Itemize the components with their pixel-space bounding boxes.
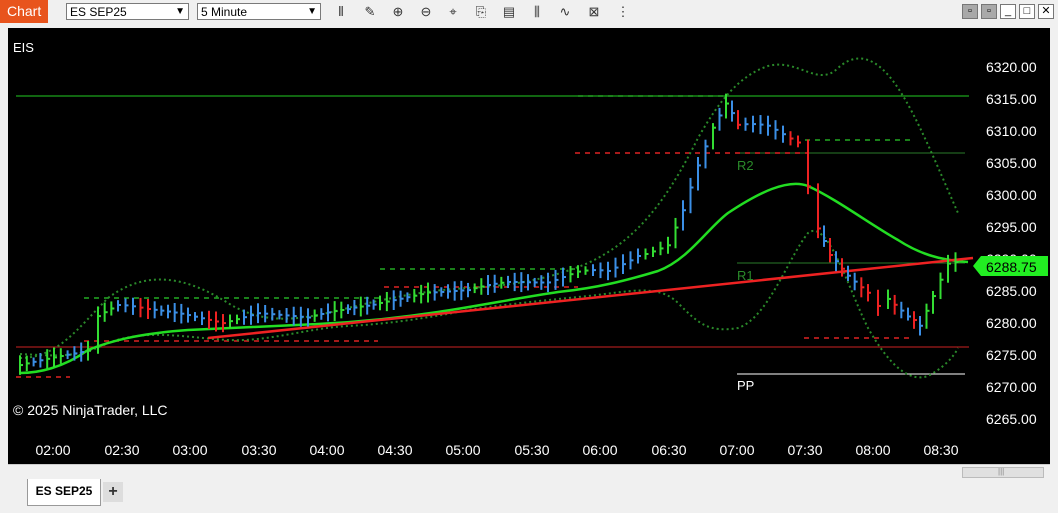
x-tick-label: 06:00 — [582, 442, 617, 458]
x-tick-label: 02:00 — [35, 442, 70, 458]
indicators-icon[interactable]: ⫼ — [528, 3, 546, 20]
r1-label: R1 — [737, 268, 754, 283]
y-tick-label: 6320.00 — [986, 59, 1037, 75]
horizontal-scrollbar[interactable]: ||| — [8, 464, 1050, 479]
tile-icon[interactable]: ▫ — [981, 4, 997, 19]
pp-label: PP — [737, 378, 754, 393]
draw-pencil-icon[interactable]: ✎ — [361, 3, 379, 20]
y-axis: 6320.00 6315.00 6310.00 6305.00 6300.00 … — [986, 59, 1037, 427]
r2-label: R2 — [737, 158, 754, 173]
y-tick-label: 6265.00 — [986, 411, 1037, 427]
interval-value: 5 Minute — [201, 5, 248, 19]
y-tick-label: 6315.00 — [986, 91, 1037, 107]
x-tick-label: 04:00 — [309, 442, 344, 458]
y-tick-label: 6295.00 — [986, 219, 1037, 235]
y-tick-label: 6300.00 — [986, 187, 1037, 203]
price-marker-label: 6288.75 — [986, 259, 1037, 275]
chevron-down-icon: ▼ — [175, 6, 185, 17]
data-box-icon[interactable]: ⎘ — [472, 3, 490, 20]
x-tick-label: 08:30 — [923, 442, 958, 458]
zoom-in-icon[interactable]: ⊕ — [389, 3, 407, 20]
more-icon[interactable]: ⋮ — [614, 3, 632, 20]
interval-selector[interactable]: 5 Minute ▼ — [197, 3, 321, 20]
instrument-value: ES SEP25 — [70, 5, 127, 19]
restore-icon[interactable]: ▫ — [962, 4, 978, 19]
y-tick-label: 6270.00 — [986, 379, 1037, 395]
strategies-icon[interactable]: ∿ — [556, 3, 574, 20]
maximize-icon[interactable]: □ — [1019, 4, 1035, 19]
x-tick-label: 03:00 — [172, 442, 207, 458]
x-tick-label: 04:30 — [377, 442, 412, 458]
properties-icon[interactable]: ▤ — [500, 3, 518, 20]
minimize-icon[interactable]: _ — [1000, 4, 1016, 19]
close-icon[interactable]: ✕ — [1038, 4, 1054, 19]
x-tick-label: 08:00 — [855, 442, 890, 458]
copyright-text: © 2025 NinjaTrader, LLC — [13, 402, 168, 418]
y-tick-label: 6305.00 — [986, 155, 1037, 171]
template-icon[interactable]: ⊠ — [585, 3, 603, 20]
trend-line — [207, 256, 974, 340]
chart-panel[interactable]: R2 R1 PP EIS © 2025 NinjaTrader, LLC 632… — [8, 28, 1050, 479]
x-tick-label: 03:30 — [241, 442, 276, 458]
chart-canvas[interactable]: R2 R1 PP EIS © 2025 NinjaTrader, LLC 632… — [8, 28, 1050, 464]
crosshair-icon[interactable]: ⌖ — [444, 3, 462, 20]
instrument-selector[interactable]: ES SEP25 ▼ — [66, 3, 189, 20]
y-tick-label: 6280.00 — [986, 315, 1037, 331]
chart-window-tab[interactable]: Chart — [0, 0, 48, 23]
y-tick-label: 6310.00 — [986, 123, 1037, 139]
zoom-out-icon[interactable]: ⊖ — [417, 3, 435, 20]
x-tick-label: 05:00 — [445, 442, 480, 458]
instrument-label: EIS — [13, 40, 34, 55]
chart-toolbar: Chart ES SEP25 ▼ 5 Minute ▼ ⫴ ✎ ⊕ ⊖ ⌖ ⎘ … — [0, 0, 1058, 23]
chevron-down-icon: ▼ — [307, 6, 317, 17]
tab-es-sep25[interactable]: ES SEP25 — [27, 479, 101, 506]
x-tick-label: 05:30 — [514, 442, 549, 458]
y-tick-label: 6285.00 — [986, 283, 1037, 299]
bar-type-icon[interactable]: ⫴ — [332, 3, 350, 20]
x-tick-label: 07:30 — [787, 442, 822, 458]
y-tick-label: 6275.00 — [986, 347, 1037, 363]
x-axis: 02:00 02:30 03:00 03:30 04:00 04:30 05:0… — [35, 442, 958, 458]
x-tick-label: 02:30 — [104, 442, 139, 458]
add-tab-button[interactable]: + — [103, 482, 123, 502]
grip-icon: ||| — [998, 467, 1005, 476]
x-tick-label: 07:00 — [719, 442, 754, 458]
bottom-tab-strip: ES SEP25 + — [0, 479, 1058, 513]
x-tick-label: 06:30 — [651, 442, 686, 458]
